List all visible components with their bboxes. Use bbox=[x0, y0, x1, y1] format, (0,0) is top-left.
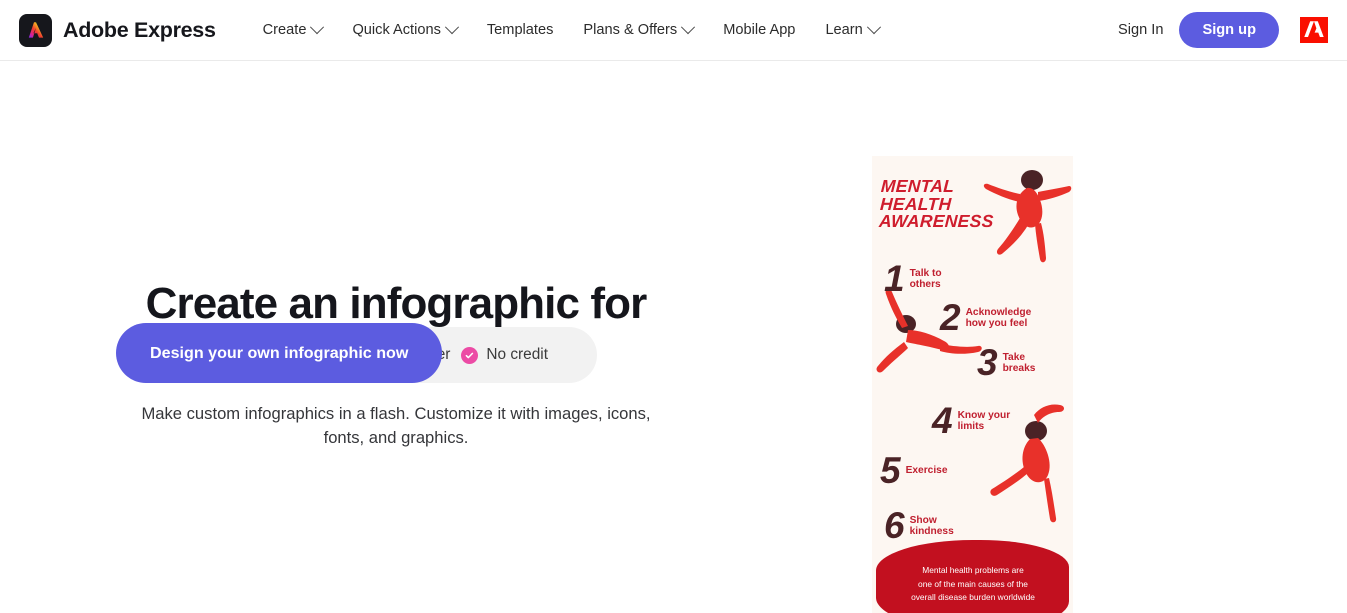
infographic-title-line-1: MENTAL bbox=[880, 176, 955, 196]
step-label: Take breaks bbox=[1003, 352, 1036, 375]
infographic-title-line-3: AWARENESS bbox=[878, 211, 995, 231]
footer-line-3: overall disease burden worldwide bbox=[911, 592, 1035, 603]
trust-item-label: No credit bbox=[486, 346, 548, 363]
hero-subtitle-line-2: fonts, and graphics. bbox=[323, 428, 469, 448]
infographic-step-1: 1 Talk to others bbox=[884, 258, 942, 299]
step-label: Show kindness bbox=[910, 515, 954, 538]
nav-item-mobile-app[interactable]: Mobile App bbox=[708, 14, 810, 46]
step-label-line-2: breaks bbox=[1002, 363, 1036, 375]
infographic-step-6: 6 Show kindness bbox=[884, 505, 954, 546]
step-label: Talk to others bbox=[910, 268, 942, 291]
infographic-title: MENTAL HEALTH AWARENESS bbox=[878, 176, 996, 231]
check-circle-icon bbox=[461, 346, 479, 364]
step-number: 5 bbox=[880, 450, 901, 491]
step-label-line-1: Know your bbox=[957, 409, 1011, 421]
hero-subtitle: Make custom infographics in a flash. Cus… bbox=[140, 402, 652, 451]
nav-label: Mobile App bbox=[723, 22, 796, 38]
footer-line-2: one of the main causes of the bbox=[918, 578, 1028, 589]
header-actions: Sign In Sign up bbox=[1102, 12, 1329, 48]
site-header: Adobe Express Create Quick Actions Templ… bbox=[0, 0, 1347, 61]
step-label-line-2: how you feel bbox=[965, 318, 1028, 330]
step-number: 1 bbox=[884, 258, 905, 299]
step-number: 3 bbox=[977, 342, 998, 383]
nav-item-create[interactable]: Create bbox=[248, 14, 338, 46]
adobe-logo-icon[interactable] bbox=[1299, 16, 1329, 44]
nav-label: Learn bbox=[825, 22, 863, 38]
step-label-line-2: limits bbox=[957, 421, 985, 433]
infographic-preview-card[interactable]: MENTAL HEALTH AWARENESS 1 Talk to others… bbox=[872, 156, 1073, 613]
trust-item-no-credit: No credit bbox=[461, 346, 548, 364]
chevron-down-icon bbox=[681, 20, 696, 35]
step-number: 6 bbox=[884, 505, 905, 546]
cta-row: ver No credit Design your own infographi… bbox=[116, 323, 597, 393]
nav-label: Quick Actions bbox=[352, 22, 441, 38]
person-figure-icon bbox=[983, 170, 1072, 263]
nav-label: Templates bbox=[486, 22, 554, 38]
hero-section: Create an infographic for free in minute… bbox=[0, 61, 1347, 613]
step-label-line-1: Acknowledge bbox=[965, 306, 1032, 318]
main-navigation: Create Quick Actions Templates Plans & O… bbox=[248, 14, 894, 46]
nav-item-learn[interactable]: Learn bbox=[810, 14, 893, 46]
page-title-line-1: Create an infographic for bbox=[145, 279, 648, 328]
infographic-step-4: 4 Know your limits bbox=[932, 400, 1011, 441]
sign-in-link[interactable]: Sign In bbox=[1102, 14, 1179, 46]
infographic-footer-text: Mental health problems are one of the ma… bbox=[884, 564, 1062, 605]
sign-up-button[interactable]: Sign up bbox=[1179, 12, 1279, 48]
infographic-step-2: 2 Acknowledge how you feel bbox=[940, 297, 1032, 338]
nav-label: Create bbox=[262, 22, 307, 38]
step-label-line-1: Show bbox=[909, 514, 937, 526]
nav-item-plans-offers[interactable]: Plans & Offers bbox=[568, 14, 708, 46]
brand-name: Adobe Express bbox=[63, 17, 216, 42]
design-your-own-infographic-button[interactable]: Design your own infographic now bbox=[116, 323, 443, 383]
infographic-step-5: 5 Exercise bbox=[880, 450, 948, 491]
step-label-line-1: Take bbox=[1002, 351, 1026, 363]
nav-item-quick-actions[interactable]: Quick Actions bbox=[337, 14, 471, 46]
infographic-step-3: 3 Take breaks bbox=[977, 342, 1036, 383]
step-number: 4 bbox=[932, 400, 953, 441]
step-label-line-1: Exercise bbox=[905, 465, 948, 477]
person-figure-icon bbox=[876, 289, 982, 373]
hero-subtitle-line-1: Make custom infographics in a flash. Cus… bbox=[141, 403, 651, 423]
step-number: 2 bbox=[940, 297, 961, 338]
step-label: Exercise bbox=[906, 465, 948, 476]
step-label: Acknowledge how you feel bbox=[966, 307, 1032, 330]
nav-label: Plans & Offers bbox=[583, 22, 678, 38]
step-label-line-2: kindness bbox=[909, 526, 954, 538]
nav-item-templates[interactable]: Templates bbox=[472, 14, 569, 46]
chevron-down-icon bbox=[444, 20, 459, 35]
chevron-down-icon bbox=[866, 20, 881, 35]
step-label-line-1: Talk to bbox=[909, 267, 942, 279]
step-label: Know your limits bbox=[958, 410, 1011, 433]
chevron-down-icon bbox=[310, 20, 325, 35]
brand-logo-link[interactable]: Adobe Express bbox=[19, 13, 216, 47]
adobe-express-logo-icon bbox=[19, 13, 52, 47]
step-label-line-2: others bbox=[909, 279, 941, 291]
footer-line-1: Mental health problems are bbox=[922, 565, 1024, 575]
